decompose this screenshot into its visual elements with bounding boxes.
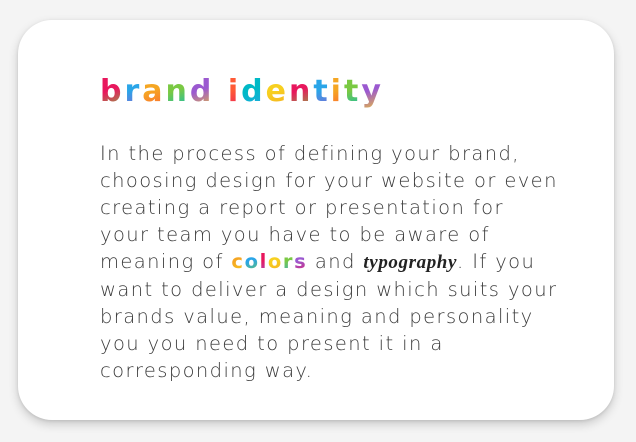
title-letter: t [344, 72, 361, 112]
colors-letter: l [259, 250, 268, 273]
title-letter: r [124, 72, 142, 112]
title-letter: a [142, 72, 165, 112]
title-letter: n [289, 72, 313, 112]
title-letter: t [313, 72, 330, 112]
title-letter: b [100, 72, 124, 112]
title-letter: d [190, 72, 214, 112]
colors-letter: r [282, 250, 295, 273]
typography-word: typography [363, 252, 458, 273]
brand-identity-card: brand identity In the process of definin… [18, 20, 614, 420]
colors-letter: o [267, 250, 283, 273]
paragraph-connector: and [314, 250, 356, 273]
title-letter: e [266, 72, 289, 112]
colors-letter: s [294, 250, 308, 273]
colors-letter: o [244, 250, 260, 273]
title-letter: n [166, 72, 190, 112]
title-letter [214, 72, 227, 112]
card-paragraph: In the process of defining your brand, c… [100, 140, 560, 384]
title-letter: y [361, 72, 384, 112]
title-letter: i [228, 72, 241, 112]
colors-letter: c [231, 250, 245, 273]
title-letter: d [241, 72, 265, 112]
title-letter: i [331, 72, 344, 112]
colors-word: colors [231, 250, 307, 273]
card-title: brand identity [100, 72, 384, 112]
